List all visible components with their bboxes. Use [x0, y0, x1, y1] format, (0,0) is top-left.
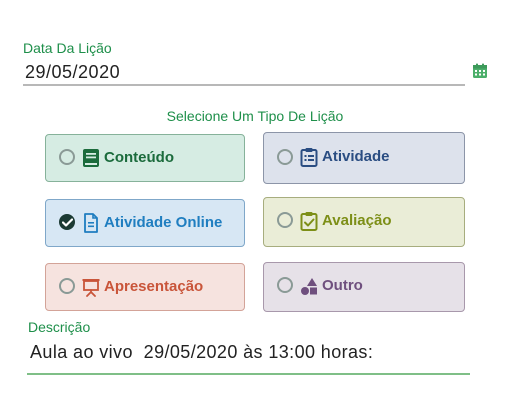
option-atividade-label: Atividade	[322, 148, 390, 165]
book-icon	[82, 148, 100, 168]
option-avaliacao[interactable]: Avaliação	[263, 197, 465, 247]
option-avaliacao-label: Avaliação	[322, 212, 392, 229]
lesson-type-title: Selecione Um Tipo De Lição	[166, 108, 344, 124]
radio-apresentacao[interactable]	[59, 278, 75, 294]
radio-outro[interactable]	[277, 277, 293, 293]
clipboard-check-icon	[300, 211, 318, 231]
shapes-icon	[300, 276, 318, 296]
clipboard-list-icon	[300, 147, 318, 167]
presentation-icon	[82, 277, 100, 297]
option-atividade[interactable]: Atividade	[263, 132, 465, 184]
file-text-icon	[82, 213, 100, 233]
description-label: Descrição	[28, 319, 91, 335]
option-atividade-online-label: Atividade Online	[104, 214, 223, 231]
option-conteudo-label: Conteúdo	[104, 149, 174, 166]
date-field[interactable]: 29/05/2020	[23, 60, 465, 86]
option-conteudo[interactable]: Conteúdo	[45, 134, 245, 182]
option-apresentacao[interactable]: Apresentação	[45, 263, 245, 311]
radio-avaliacao[interactable]	[277, 212, 293, 228]
check-icon	[62, 218, 73, 227]
radio-conteudo[interactable]	[59, 149, 75, 165]
calendar-icon[interactable]	[472, 63, 488, 79]
radio-atividade-online[interactable]	[59, 214, 75, 230]
option-atividade-online[interactable]: Atividade Online	[45, 199, 245, 247]
date-label: Data Da Lição	[23, 40, 112, 56]
option-apresentacao-label: Apresentação	[104, 278, 204, 295]
lesson-form: Data Da Lição 29/05/2020 Selecione Um Ti…	[0, 0, 523, 404]
option-outro-label: Outro	[322, 277, 363, 294]
description-value: Aula ao vivo 29/05/2020 às 13:00 horas:	[30, 342, 374, 362]
description-field[interactable]: Aula ao vivo 29/05/2020 às 13:00 horas:	[27, 340, 470, 375]
date-value: 29/05/2020	[25, 62, 121, 82]
radio-atividade[interactable]	[277, 149, 293, 165]
option-outro[interactable]: Outro	[263, 262, 465, 312]
